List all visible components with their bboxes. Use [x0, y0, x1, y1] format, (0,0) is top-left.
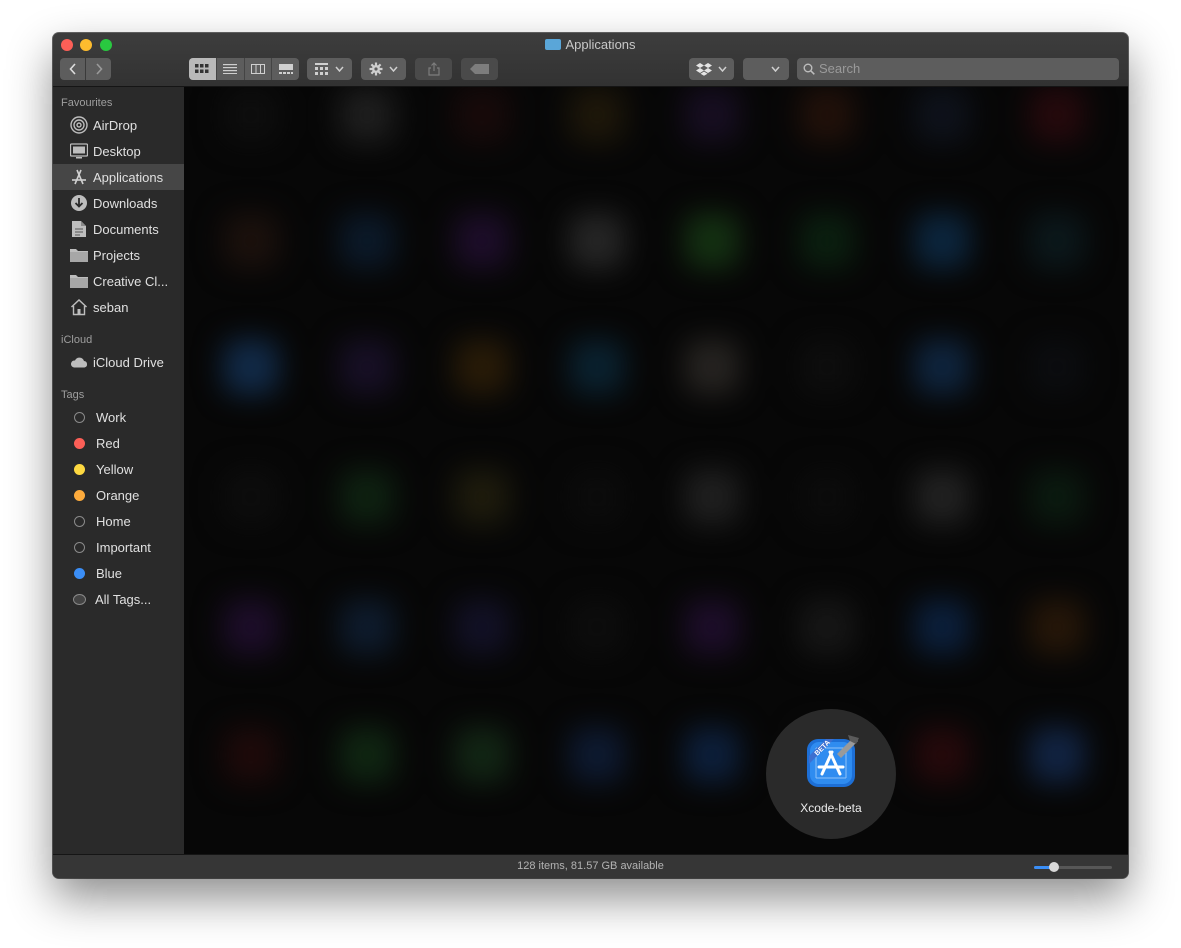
dropbox-button[interactable] [689, 58, 734, 80]
favourites-heading: Favourites [61, 97, 113, 109]
column-view-button[interactable] [243, 58, 272, 80]
sidebar-item-seban[interactable]: seban [53, 294, 184, 320]
edit-tags-button[interactable] [461, 58, 498, 80]
chevron-right-icon [95, 63, 103, 75]
sidebar-item-projects[interactable]: Projects [53, 242, 184, 268]
chevron-left-icon [68, 63, 76, 75]
slider-knob[interactable] [1048, 862, 1059, 872]
navigation-group [60, 58, 111, 80]
back-button[interactable] [60, 58, 85, 80]
folder-icon [70, 272, 88, 290]
chevron-down-icon [771, 66, 780, 72]
sidebar: Favourites AirDrop Desktop Applications … [53, 87, 184, 854]
icloud-heading: iCloud [61, 334, 93, 346]
view-mode-group [189, 58, 299, 80]
xcode-beta-item[interactable]: BETA Xcode-beta [766, 709, 896, 839]
home-icon [70, 298, 88, 316]
icon-size-slider[interactable] [1034, 862, 1112, 872]
gallery-view-icon [278, 64, 293, 74]
icon-view-icon [195, 64, 209, 73]
share-icon [427, 62, 440, 76]
sidebar-tag-work[interactable]: Work [53, 404, 184, 430]
search-placeholder: Search [819, 61, 861, 76]
sidebar-tag-home[interactable]: Home [53, 508, 184, 534]
folder-icon [70, 246, 88, 264]
dropbox-icon [695, 63, 727, 76]
tag-color-dot [74, 437, 85, 449]
sidebar-tag-yellow[interactable]: Yellow [53, 456, 184, 482]
search-icon [803, 63, 815, 75]
gallery-view-button[interactable] [271, 58, 299, 80]
group-by-button[interactable] [307, 58, 352, 80]
folder-icon [545, 39, 562, 50]
share-button[interactable] [415, 58, 452, 80]
all-tags-icon [73, 593, 86, 605]
sidebar-tag-important[interactable]: Important [53, 534, 184, 560]
sidebar-item-creative-cloud[interactable]: Creative Cl... [53, 268, 184, 294]
action-menu-button[interactable] [361, 58, 406, 80]
cloud-icon [70, 353, 88, 371]
sidebar-tag-red[interactable]: Red [53, 430, 184, 456]
sidebar-item-downloads[interactable]: Downloads [53, 190, 184, 216]
gear-icon [369, 62, 398, 76]
sidebar-item-airdrop[interactable]: AirDrop [53, 112, 184, 138]
title-bar: Applications Search [53, 33, 1128, 87]
sidebar-item-desktop[interactable]: Desktop [53, 138, 184, 164]
tag-color-dot [74, 411, 85, 423]
tag-color-dot [74, 463, 85, 475]
tag-color-dot [74, 489, 85, 501]
tag-icon [469, 64, 489, 74]
sidebar-item-applications[interactable]: Applications [53, 164, 184, 190]
icon-view-button[interactable] [189, 58, 216, 80]
desktop-icon [70, 142, 88, 160]
arrange-popup[interactable] [743, 58, 789, 80]
finder-window: Applications Search Favourites AirDrop D… [53, 33, 1128, 878]
list-view-button[interactable] [215, 58, 244, 80]
sidebar-item-documents[interactable]: Documents [53, 216, 184, 242]
status-text: 128 items, 81.57 GB available [517, 860, 664, 872]
tag-color-dot [74, 567, 85, 579]
xcode-beta-label: Xcode-beta [800, 801, 862, 815]
group-by-icon [314, 63, 344, 75]
applications-icon [70, 168, 88, 186]
airdrop-icon [70, 116, 88, 134]
window-title: Applications [53, 37, 1128, 52]
search-field[interactable]: Search [797, 58, 1119, 80]
tag-color-dot [74, 515, 85, 527]
tag-color-dot [74, 541, 85, 553]
sidebar-all-tags[interactable]: All Tags... [53, 586, 184, 612]
file-browser-content: BETA Xcode-beta [184, 87, 1128, 854]
sidebar-item-icloud-drive[interactable]: iCloud Drive [53, 349, 184, 375]
list-view-icon [223, 64, 238, 74]
xcode-beta-icon: BETA [807, 735, 859, 787]
forward-button[interactable] [85, 58, 111, 80]
sidebar-tag-blue[interactable]: Blue [53, 560, 184, 586]
tags-heading: Tags [61, 389, 85, 401]
documents-icon [70, 220, 88, 238]
dim-overlay [184, 87, 1128, 854]
column-view-icon [250, 64, 265, 74]
sidebar-tag-orange[interactable]: Orange [53, 482, 184, 508]
status-bar: 128 items, 81.57 GB available [53, 854, 1128, 878]
downloads-icon [70, 194, 88, 212]
